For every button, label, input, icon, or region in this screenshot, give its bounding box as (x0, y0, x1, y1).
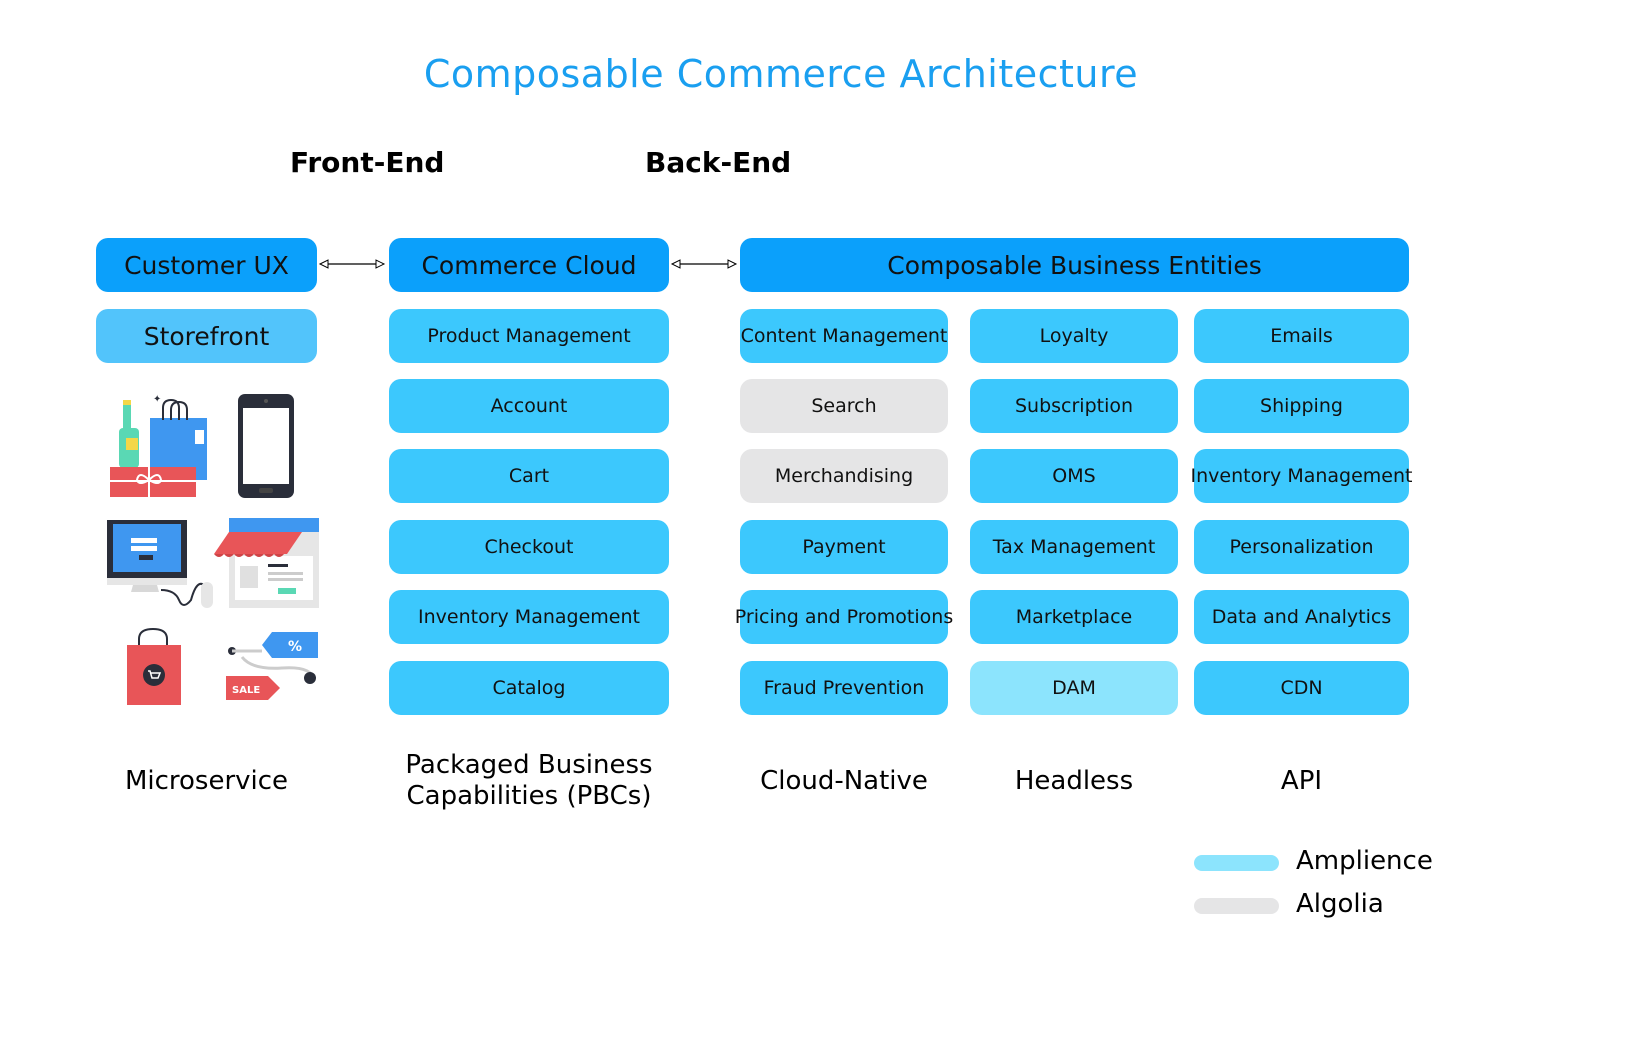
commerce-cloud-label: Commerce Cloud (421, 250, 637, 280)
pbc-account: Account (389, 379, 669, 433)
entity-oms: OMS (970, 449, 1178, 503)
entity-fraud-prevention: Fraud Prevention (740, 661, 948, 715)
entity-label: Search (811, 395, 877, 417)
entity-inventory-management: Inventory Management (1191, 449, 1412, 503)
composable-business-entities-box: Composable Business Entities (740, 238, 1409, 292)
pbc-label: Catalog (492, 677, 566, 699)
sale-tags-icon: % SALE (226, 632, 318, 700)
entity-data-and-analytics: Data and Analytics (1194, 590, 1409, 644)
shopping-gifts-icon: ✦ (110, 394, 207, 497)
entity-label: Inventory Management (1190, 465, 1413, 487)
entity-personalization: Personalization (1194, 520, 1409, 574)
bidirectional-arrow-icon (670, 259, 738, 269)
entity-cdn: CDN (1194, 661, 1409, 715)
pbc-label-line1: Packaged Business (405, 750, 653, 780)
pbc-column-label: Packaged Business Capabilities (PBCs) (369, 750, 689, 812)
pbc-catalog: Catalog (389, 661, 669, 715)
pbc-inventory-management: Inventory Management (389, 590, 669, 644)
entity-label: Loyalty (1039, 325, 1109, 347)
entity-label: Payment (802, 536, 886, 558)
pbc-label: Inventory Management (418, 606, 640, 628)
microservice-label: Microservice (124, 766, 289, 796)
entity-label: Tax Management (992, 536, 1156, 558)
entity-marketplace: Marketplace (970, 590, 1178, 644)
svg-text:%: % (288, 639, 302, 655)
entity-payment: Payment (740, 520, 948, 574)
shopping-bag-cart-icon (127, 627, 181, 705)
entity-label: Subscription (1014, 395, 1134, 417)
composable-business-entities-label: Composable Business Entities (887, 250, 1262, 280)
entity-label: Pricing and Promotions (734, 606, 954, 628)
pbc-label: Checkout (484, 536, 574, 558)
diagram-title: Composable Commerce Architecture (423, 52, 1139, 96)
entity-label: Personalization (1229, 536, 1374, 558)
entity-label: DAM (1052, 677, 1096, 699)
entity-label: Data and Analytics (1211, 606, 1392, 628)
legend-label-amplience: Amplience (1296, 846, 1433, 876)
entity-merchandising: Merchandising (740, 449, 948, 503)
legend-label-algolia: Algolia (1296, 889, 1384, 919)
storefront-label: Storefront (143, 321, 270, 351)
pbc-cart: Cart (389, 449, 669, 503)
smartphone-icon (238, 394, 294, 498)
entity-emails: Emails (1194, 309, 1409, 363)
entity-label: Content Management (740, 325, 948, 347)
pbc-label-line2: Capabilities (PBCs) (406, 781, 652, 811)
entity-loyalty: Loyalty (970, 309, 1178, 363)
entity-content-management: Content Management (740, 309, 948, 363)
pbc-label: Cart (508, 465, 550, 487)
pbc-label: Account (490, 395, 568, 417)
storefront-shop-icon (214, 518, 319, 608)
entity-shipping: Shipping (1194, 379, 1409, 433)
pbc-label: Product Management (427, 325, 631, 347)
pbc-checkout: Checkout (389, 520, 669, 574)
entity-pricing-and-promotions: Pricing and Promotions (735, 590, 953, 644)
entity-subscription: Subscription (970, 379, 1178, 433)
back-end-heading: Back-End (645, 146, 792, 179)
front-end-heading: Front-End (290, 146, 445, 179)
customer-ux-box: Customer UX (96, 238, 317, 292)
storefront-box: Storefront (96, 309, 317, 363)
svg-text:✦: ✦ (153, 394, 161, 405)
cloud-native-label: Cloud-Native (760, 766, 928, 796)
desktop-computer-icon (107, 520, 213, 608)
customer-ux-label: Customer UX (124, 250, 289, 280)
legend-swatch-amplience (1194, 855, 1279, 871)
entity-label: Shipping (1260, 395, 1343, 417)
legend-swatch-algolia (1194, 898, 1279, 914)
entity-label: Fraud Prevention (763, 677, 925, 699)
entity-label: Marketplace (1015, 606, 1133, 628)
entity-tax-management: Tax Management (970, 520, 1178, 574)
entity-label: CDN (1280, 677, 1323, 699)
api-label: API (1280, 766, 1323, 796)
headless-label: Headless (1014, 766, 1134, 796)
commerce-cloud-box: Commerce Cloud (389, 238, 669, 292)
entity-search: Search (740, 379, 948, 433)
entity-label: OMS (1052, 465, 1096, 487)
entity-dam: DAM (970, 661, 1178, 715)
entity-label: Merchandising (774, 465, 914, 487)
svg-text:SALE: SALE (232, 685, 260, 696)
entity-label: Emails (1270, 325, 1333, 347)
bidirectional-arrow-icon (318, 259, 386, 269)
pbc-product-management: Product Management (389, 309, 669, 363)
